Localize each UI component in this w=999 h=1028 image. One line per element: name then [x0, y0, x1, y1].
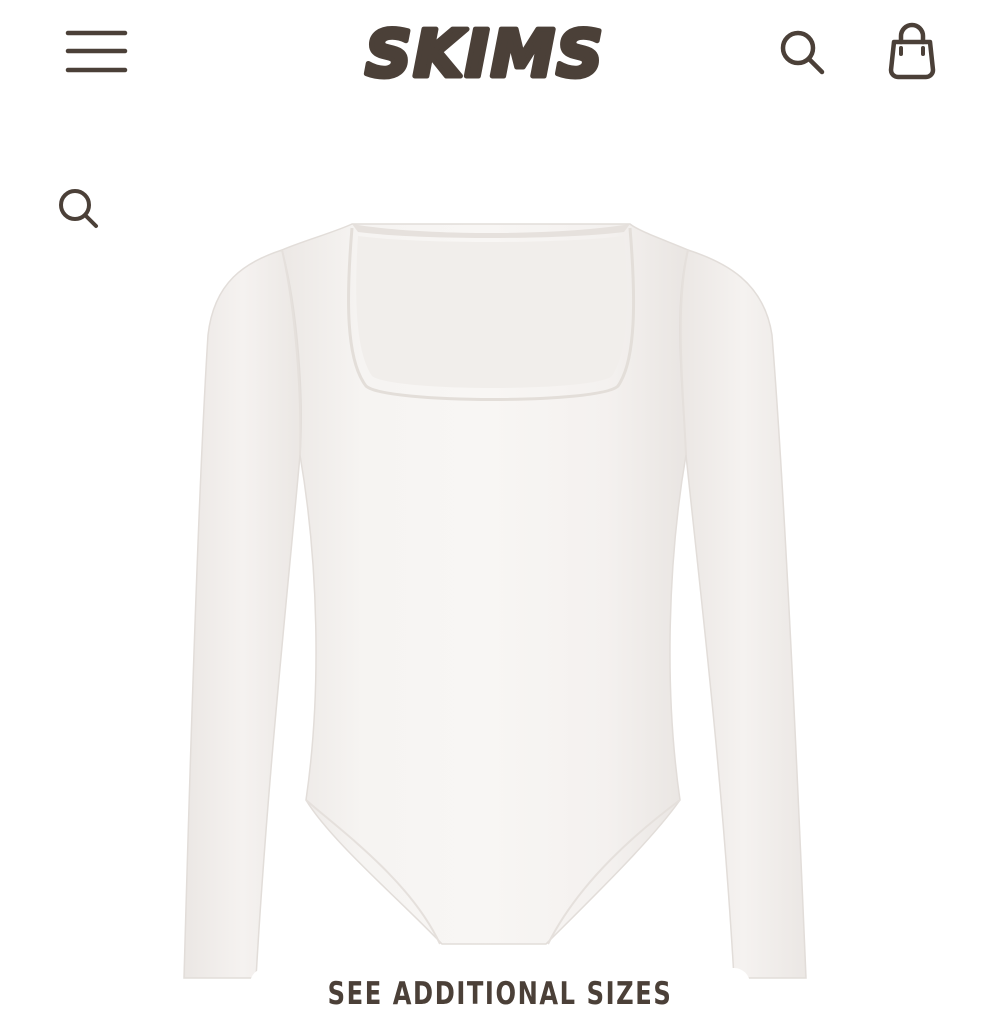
image-zoom-button[interactable] — [54, 184, 102, 232]
product-image[interactable] — [170, 210, 830, 1000]
search-button[interactable] — [776, 26, 828, 78]
hamburger-menu-icon — [65, 30, 128, 73]
top-header: SKIMS — [0, 0, 999, 110]
search-icon — [780, 30, 825, 75]
zoom-search-icon — [59, 189, 98, 228]
see-additional-sizes-label: SEE ADDITIONAL SIZES — [327, 976, 673, 1012]
shopping-bag-icon — [888, 22, 936, 80]
skims-logo[interactable]: SKIMS — [357, 18, 613, 86]
bodysuit-illustration — [183, 223, 807, 979]
see-additional-sizes-button[interactable]: SEE ADDITIONAL SIZES — [250, 968, 750, 1028]
logo-text: SKIMS — [365, 18, 604, 86]
cart-button[interactable] — [884, 22, 940, 82]
menu-button[interactable] — [64, 26, 128, 76]
